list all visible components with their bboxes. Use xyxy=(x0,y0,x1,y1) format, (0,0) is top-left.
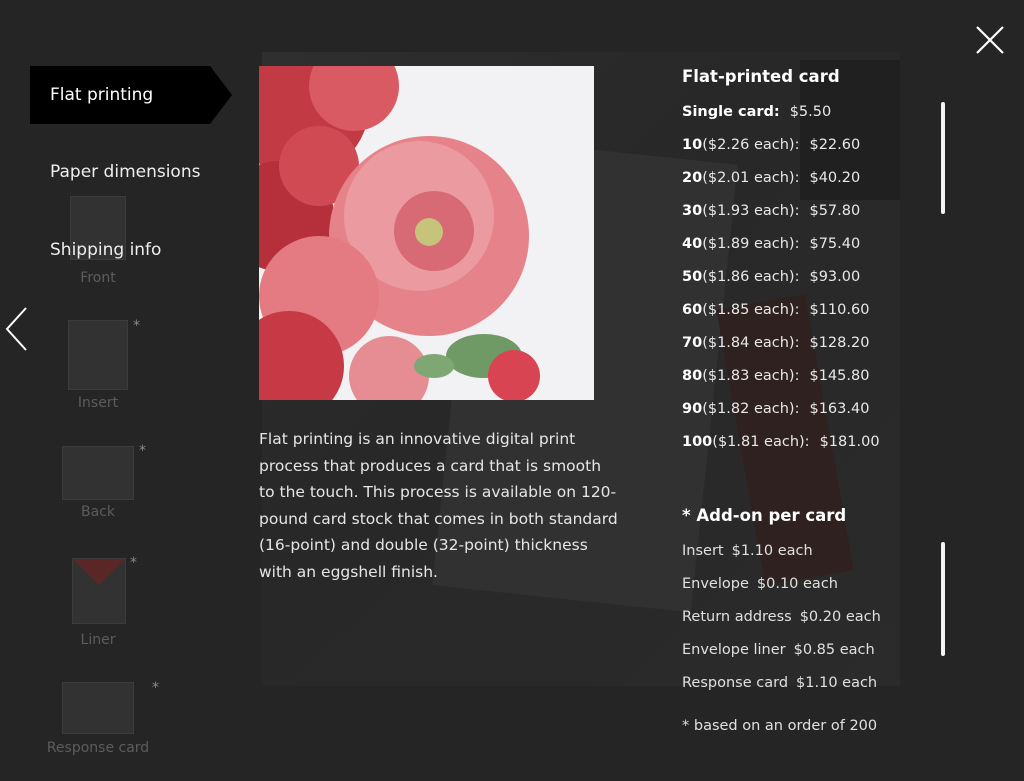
price-qty: 30 xyxy=(682,203,703,219)
price-qty: 80 xyxy=(682,368,703,384)
thumbnail-star-liner: * xyxy=(130,555,137,571)
addon-title: * Add-on per card xyxy=(682,506,847,525)
thumbnail-label-liner: Liner xyxy=(80,632,116,648)
addon-price: $1.10 each xyxy=(796,675,878,691)
price-qty: 100 xyxy=(682,434,713,450)
addon-name: Response card xyxy=(682,675,789,691)
price-each: ($2.26 each): xyxy=(702,137,800,153)
price-row: 80($1.83 each): $145.80 xyxy=(682,364,880,397)
price-each: ($1.85 each): xyxy=(702,302,800,318)
addon-row: Envelope $0.10 each xyxy=(682,573,881,606)
menu-item-shipping-info[interactable]: Shipping info xyxy=(50,240,161,260)
addon-price: $0.20 each xyxy=(799,609,881,625)
menu-item-label: Flat printing xyxy=(50,85,154,105)
addon-price: $0.85 each xyxy=(793,642,875,658)
price-each: ($2.01 each): xyxy=(702,170,800,186)
price-total: $181.00 xyxy=(819,434,880,450)
thumbnail-star-response-card: * xyxy=(152,680,159,696)
price-qty: 40 xyxy=(682,236,703,252)
card-image xyxy=(259,66,594,400)
price-label: Single card: xyxy=(682,104,780,120)
addon-row: Return address $0.20 each xyxy=(682,606,881,639)
addon-name: Envelope liner xyxy=(682,642,786,658)
addon-name: Insert xyxy=(682,543,724,559)
addon-price: $1.10 each xyxy=(731,543,813,559)
price-total: $75.40 xyxy=(809,236,861,252)
thumbnail-liner[interactable] xyxy=(72,558,126,624)
price-row: 20($2.01 each): $40.20 xyxy=(682,166,880,199)
thumbnail-response-card[interactable] xyxy=(62,682,134,734)
liner-envelope-icon xyxy=(73,559,125,585)
addon-name: Envelope xyxy=(682,576,749,592)
thumbnail-label-front: Front xyxy=(80,270,116,286)
price-row: 30($1.93 each): $57.80 xyxy=(682,199,880,232)
flat-printing-description: Flat printing is an innovative digital p… xyxy=(259,430,618,581)
price-row-single: Single card: $5.50 xyxy=(682,100,880,133)
price-qty: 10 xyxy=(682,137,703,153)
menu-item-flat-printing[interactable]: Flat printing xyxy=(30,66,232,124)
price-total: $93.00 xyxy=(809,269,861,285)
thumbnail-back[interactable] xyxy=(62,446,134,500)
menu-item-paper-dimensions[interactable]: Paper dimensions xyxy=(50,162,200,182)
price-each: ($1.83 each): xyxy=(702,368,800,384)
price-total: $163.40 xyxy=(809,401,870,417)
addon-scrollbar[interactable] xyxy=(941,542,945,656)
price-row: 10($2.26 each): $22.60 xyxy=(682,133,880,166)
price-qty: 20 xyxy=(682,170,703,186)
price-qty: 70 xyxy=(682,335,703,351)
flower-illustration xyxy=(259,66,594,400)
price-qty: 90 xyxy=(682,401,703,417)
thumbnail-insert[interactable] xyxy=(68,320,128,390)
price-row: 70($1.84 each): $128.20 xyxy=(682,331,880,364)
pricing-list: Single card: $5.50 10($2.26 each): $22.60 … xyxy=(682,100,880,463)
price-row: 50($1.86 each): $93.00 xyxy=(682,265,880,298)
price-each: ($1.89 each): xyxy=(702,236,800,252)
pricing-title: Flat-printed card xyxy=(682,67,840,86)
thumbnail-label-back: Back xyxy=(81,504,115,520)
price-total: $110.60 xyxy=(809,302,870,318)
thumbnail-label-response-card: Response card xyxy=(46,740,150,756)
price-row: 90($1.82 each): $163.40 xyxy=(682,397,880,430)
price-total: $145.80 xyxy=(809,368,870,384)
price-each: ($1.86 each): xyxy=(702,269,800,285)
thumbnail-star-back: * xyxy=(139,443,146,459)
addon-price: $0.10 each xyxy=(756,576,838,592)
pricing-scrollbar[interactable] xyxy=(941,102,945,214)
addon-row: Response card $1.10 each xyxy=(682,672,881,705)
price-amount: $5.50 xyxy=(789,104,832,120)
addon-list: Insert $1.10 each Envelope $0.10 each Retu… xyxy=(682,540,881,705)
price-qty: 60 xyxy=(682,302,703,318)
price-each: ($1.81 each): xyxy=(712,434,810,450)
price-row: 40($1.89 each): $75.40 xyxy=(682,232,880,265)
price-row: 100($1.81 each): $181.00 xyxy=(682,430,880,463)
thumbnail-label-insert: Insert xyxy=(77,395,119,411)
close-icon[interactable] xyxy=(974,24,1006,56)
addon-name: Return address xyxy=(682,609,792,625)
price-each: ($1.93 each): xyxy=(702,203,800,219)
price-each: ($1.82 each): xyxy=(702,401,800,417)
addon-row: Envelope liner $0.85 each xyxy=(682,639,881,672)
price-total: $128.20 xyxy=(809,335,870,351)
addon-row: Insert $1.10 each xyxy=(682,540,881,573)
price-row: 60($1.85 each): $110.60 xyxy=(682,298,880,331)
addon-footnote: * based on an order of 200 xyxy=(682,718,878,734)
chevron-left-icon[interactable] xyxy=(4,306,30,352)
thumbnail-star-insert: * xyxy=(133,318,140,334)
price-total: $22.60 xyxy=(809,137,861,153)
price-each: ($1.84 each): xyxy=(702,335,800,351)
price-total: $40.20 xyxy=(809,170,861,186)
price-qty: 50 xyxy=(682,269,703,285)
price-total: $57.80 xyxy=(809,203,861,219)
